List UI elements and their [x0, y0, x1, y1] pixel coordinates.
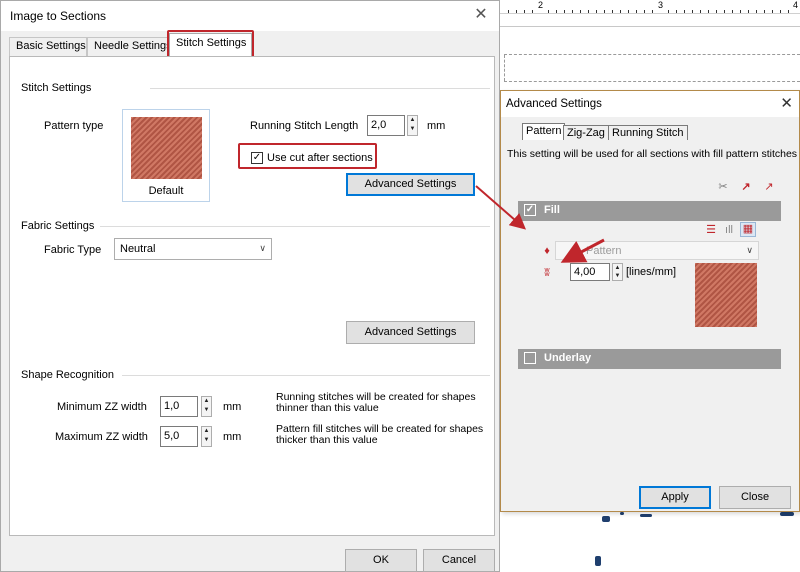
- canvas-line: [500, 26, 800, 27]
- pattern-info-text: This setting will be used for all sectio…: [507, 148, 798, 160]
- horizontal-ruler: 2 3 4: [500, 0, 800, 14]
- tab-zig-zag[interactable]: Zig-Zag: [563, 125, 609, 141]
- running-stitch-length-unit: mm: [427, 120, 446, 132]
- fabric-type-select[interactable]: Neutral ∨: [114, 238, 272, 260]
- gradient-fill-icon[interactable]: ıll: [722, 224, 736, 236]
- max-zz-width-description: Pattern fill stitches will be created fo…: [276, 423, 484, 446]
- canvas-dashed-region: [504, 54, 800, 82]
- needle-icon[interactable]: ↗: [739, 181, 753, 193]
- pattern-select-value: Pattern: [586, 245, 622, 257]
- min-zz-width-value: 1,0: [164, 400, 180, 412]
- density-input[interactable]: 4,00: [570, 263, 610, 281]
- close-icon[interactable]: ✕: [471, 5, 491, 25]
- fill-style-icon[interactable]: ☰: [704, 224, 718, 236]
- running-stitch-length-label: Running Stitch Length: [250, 120, 359, 132]
- fabric-type-value: Neutral: [120, 243, 156, 255]
- tab-pattern[interactable]: Pattern: [522, 123, 566, 141]
- running-stitch-length-value: 2,0: [371, 119, 387, 131]
- pattern-type-picker[interactable]: Default: [122, 109, 210, 202]
- pattern-fill-icon[interactable]: ▦: [740, 222, 756, 237]
- density-spinner[interactable]: ▲ ▼: [612, 263, 623, 281]
- fill-label: Fill: [544, 204, 560, 216]
- group-divider: [100, 226, 490, 227]
- close-button[interactable]: Close: [719, 486, 791, 509]
- chevron-down-icon: ∨: [746, 245, 753, 255]
- underlay-label: Underlay: [544, 352, 592, 364]
- needle-start-icon[interactable]: ↗: [762, 181, 776, 193]
- underlay-section-header[interactable]: Underlay: [518, 349, 781, 369]
- pattern-name: Default: [148, 185, 184, 197]
- canvas-artwork: [780, 512, 794, 516]
- running-stitch-length-input[interactable]: 2,0: [367, 115, 405, 136]
- canvas-artwork: [595, 556, 601, 566]
- density-unit: [lines/mm]: [626, 266, 677, 278]
- tab-stitch-settings[interactable]: Stitch Settings: [169, 33, 252, 56]
- advanced-settings-dialog: Advanced Settings ✕ Pattern Zig-Zag Runn…: [500, 90, 800, 512]
- pattern-select[interactable]: Pattern ∨: [555, 241, 759, 260]
- fill-checkbox[interactable]: ✓: [524, 204, 536, 216]
- min-zz-width-spinner[interactable]: ▲ ▼: [201, 396, 212, 417]
- image-to-sections-dialog: Image to Sections ✕ Basic Settings Needl…: [0, 0, 500, 572]
- dialog-title: Image to Sections: [10, 9, 107, 23]
- density-value: 4,00: [574, 266, 596, 278]
- pattern-tab-page: This setting will be used for all sectio…: [502, 140, 798, 476]
- max-zz-width-input[interactable]: 5,0: [160, 426, 198, 447]
- min-zz-width-label: Minimum ZZ width: [57, 401, 147, 413]
- chevron-down-icon: ∨: [259, 243, 266, 253]
- apply-button[interactable]: Apply: [639, 486, 711, 509]
- pattern-type-label: Pattern type: [44, 120, 104, 132]
- fabric-advanced-settings-button[interactable]: Advanced Settings: [346, 321, 475, 344]
- max-zz-width-spinner[interactable]: ▲ ▼: [201, 426, 212, 447]
- stitch-advanced-settings-button[interactable]: Advanced Settings: [346, 173, 475, 196]
- ruler-number: 3: [658, 0, 664, 10]
- max-zz-width-label: Maximum ZZ width: [55, 431, 148, 443]
- running-stitch-length-spinner[interactable]: ▲ ▼: [407, 115, 418, 136]
- group-title-fabric: Fabric Settings: [21, 220, 95, 232]
- fill-section-header[interactable]: ✓ Fill: [518, 201, 781, 221]
- stitch-settings-page: Stitch Settings Pattern type Default Run…: [9, 56, 495, 536]
- tab-running-stitch[interactable]: Running Stitch: [608, 125, 688, 141]
- canvas-artwork: [602, 516, 610, 522]
- advanced-dialog-titlebar: Advanced Settings ✕: [501, 91, 799, 117]
- group-divider: [122, 375, 490, 376]
- ok-button[interactable]: OK: [345, 549, 417, 572]
- canvas-artwork: [620, 512, 624, 515]
- min-zz-width-input[interactable]: 1,0: [160, 396, 198, 417]
- dialog-titlebar: Image to Sections ✕: [1, 1, 499, 31]
- advanced-dialog-title: Advanced Settings: [506, 98, 602, 110]
- cancel-button[interactable]: Cancel: [423, 549, 495, 572]
- fill-type-icon: ♦: [544, 245, 550, 257]
- fabric-type-label: Fabric Type: [44, 244, 102, 256]
- min-zz-width-description: Running stitches will be created for sha…: [276, 391, 476, 414]
- group-title-stitch: Stitch Settings: [21, 82, 92, 94]
- tab-needle-settings[interactable]: Needle Settings: [87, 37, 172, 56]
- tab-basic-settings[interactable]: Basic Settings: [9, 37, 87, 56]
- use-cut-checkbox[interactable]: ✓: [251, 152, 263, 164]
- density-icon: ʬ: [544, 267, 550, 279]
- max-zz-width-unit: mm: [223, 431, 242, 443]
- min-zz-width-unit: mm: [223, 401, 242, 413]
- use-cut-label: Use cut after sections: [267, 152, 373, 164]
- group-divider: [150, 88, 490, 89]
- ruler-number: 4: [793, 0, 799, 10]
- canvas-artwork: [640, 514, 652, 517]
- scissors-icon[interactable]: ✂: [716, 181, 730, 193]
- close-icon[interactable]: ✕: [780, 94, 793, 112]
- max-zz-width-value: 5,0: [164, 430, 180, 442]
- underlay-checkbox[interactable]: [524, 352, 536, 364]
- pattern-preview-swatch: [695, 263, 757, 327]
- ruler-number: 2: [538, 0, 544, 10]
- group-title-shape-recognition: Shape Recognition: [21, 369, 114, 381]
- pattern-swatch: [131, 117, 202, 179]
